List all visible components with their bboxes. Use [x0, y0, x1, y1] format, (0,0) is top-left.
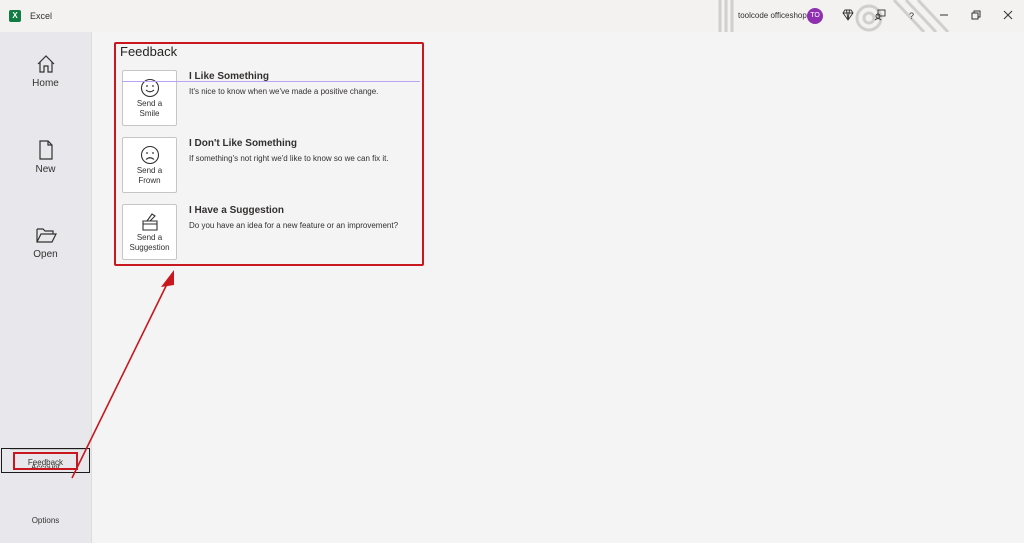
annotation-arrow: [71, 270, 174, 479]
